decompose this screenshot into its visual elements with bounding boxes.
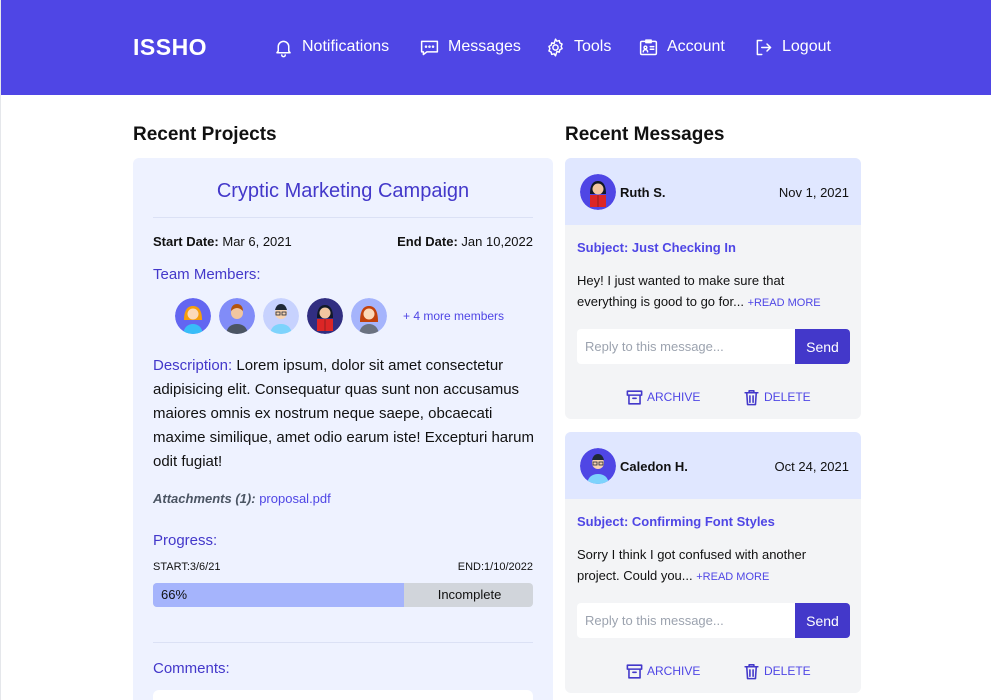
gear-icon — [548, 37, 563, 57]
start-date-label: Start Date: — [153, 234, 219, 249]
avatar-man-glasses-icon — [263, 298, 299, 334]
reply-input[interactable] — [577, 329, 795, 364]
message-subject: Subject: Just Checking In — [577, 240, 736, 255]
avatar[interactable] — [307, 298, 343, 334]
avatar-man-glasses-icon — [580, 448, 616, 484]
nav-tools[interactable]: Tools — [545, 34, 611, 60]
read-more-link[interactable]: +READ MORE — [696, 571, 769, 583]
archive-icon — [626, 663, 643, 679]
brand-logo[interactable]: ISSHO — [133, 34, 207, 61]
avatar[interactable] — [580, 174, 616, 210]
sender-name: Caledon H. — [620, 459, 688, 474]
reply-input[interactable] — [577, 603, 795, 638]
attachments: Attachments (1): proposal.pdf — [153, 491, 331, 506]
delete-button[interactable]: DELETE — [742, 661, 811, 681]
avatar-reader-icon — [580, 174, 616, 210]
archive-label: ARCHIVE — [647, 390, 701, 404]
divider — [153, 642, 533, 643]
nav-label: Account — [667, 38, 725, 55]
sender-name: Ruth S. — [620, 185, 666, 200]
message-card: Caledon H. Oct 24, 2021 Subject: Confirm… — [565, 432, 861, 693]
more-members-link[interactable]: + 4 more members — [403, 309, 504, 323]
nav-label: Notifications — [302, 38, 390, 55]
attachments-label: Attachments (1): — [153, 491, 256, 506]
comments-label: Comments: — [153, 660, 230, 677]
nav-label: Messages — [448, 38, 521, 55]
message-header: Ruth S. Nov 1, 2021 — [565, 158, 861, 225]
message-date: Nov 1, 2021 — [778, 185, 849, 200]
project-description: Description: Lorem ipsum, dolor sit amet… — [153, 354, 538, 474]
progress-label: Progress: — [153, 532, 218, 549]
delete-label: DELETE — [764, 664, 811, 678]
message-header: Caledon H. Oct 24, 2021 — [565, 432, 861, 499]
avatar[interactable] — [580, 448, 616, 484]
send-button[interactable]: Send — [795, 603, 850, 638]
delete-label: DELETE — [764, 390, 811, 404]
end-date-label: End Date: — [397, 234, 458, 249]
recent-projects-heading: Recent Projects — [133, 124, 277, 145]
description-label: Description: — [153, 357, 233, 374]
recent-messages-heading: Recent Messages — [565, 124, 725, 145]
nav-label: Logout — [782, 38, 831, 55]
avatar[interactable] — [351, 298, 387, 334]
bell-icon — [276, 40, 291, 57]
nav-logout[interactable]: Logout — [753, 34, 831, 60]
message-date: Oct 24, 2021 — [774, 459, 849, 474]
avatar[interactable] — [219, 298, 255, 334]
archive-icon — [626, 389, 643, 405]
nav-notifications[interactable]: Notifications — [273, 34, 389, 60]
avatar-reader-icon — [307, 298, 343, 334]
archive-button[interactable]: ARCHIVE — [625, 661, 700, 681]
progress-end: END:1/10/2022 — [457, 561, 533, 573]
archive-label: ARCHIVE — [647, 664, 701, 678]
send-button[interactable]: Send — [795, 329, 850, 364]
archive-button[interactable]: ARCHIVE — [625, 387, 700, 407]
nav-label: Tools — [574, 38, 612, 55]
start-date-value: Mar 6, 2021 — [222, 234, 292, 249]
project-title[interactable]: Cryptic Marketing Campaign — [133, 180, 553, 203]
id-card-icon — [639, 38, 658, 55]
progress-status: Incomplete — [437, 587, 502, 602]
attachment-link[interactable]: proposal.pdf — [259, 491, 331, 506]
progress-start: START:3/6/21 — [153, 561, 221, 573]
trash-icon — [744, 389, 759, 405]
end-date-value: Jan 10,2022 — [461, 234, 533, 249]
avatar-man-icon — [219, 298, 255, 334]
end-date: End Date: Jan 10,2022 — [397, 234, 533, 249]
team-avatars: + 4 more members — [175, 298, 504, 334]
comment-box[interactable] — [153, 690, 533, 700]
project-card: Cryptic Marketing Campaign Start Date: M… — [133, 158, 553, 700]
message-body: Hey! I just wanted to make sure that eve… — [577, 270, 847, 314]
progress-bar: 66% Incomplete — [153, 583, 533, 607]
top-navbar: ISSHO Notifications Messages Tools Accou… — [1, 0, 991, 95]
message-card: Ruth S. Nov 1, 2021 Subject: Just Checki… — [565, 158, 861, 419]
message-text: Sorry I think I got confused with anothe… — [577, 547, 807, 583]
nav-messages[interactable]: Messages — [419, 34, 521, 60]
divider — [153, 217, 533, 218]
trash-icon — [744, 663, 759, 679]
avatar[interactable] — [175, 298, 211, 334]
chat-icon — [420, 40, 439, 55]
message-subject: Subject: Confirming Font Styles — [577, 514, 775, 529]
progress-fill — [153, 583, 404, 607]
delete-button[interactable]: DELETE — [742, 387, 811, 407]
avatar[interactable] — [263, 298, 299, 334]
read-more-link[interactable]: +READ MORE — [748, 297, 821, 309]
progress-percent: 66% — [161, 587, 188, 602]
nav-account[interactable]: Account — [638, 34, 725, 60]
logout-icon — [756, 39, 772, 55]
avatar-woman-icon — [351, 298, 387, 334]
avatar-woman-icon — [175, 298, 211, 334]
team-members-label: Team Members: — [153, 266, 261, 283]
start-date: Start Date: Mar 6, 2021 — [153, 234, 292, 249]
message-body: Sorry I think I got confused with anothe… — [577, 544, 847, 588]
